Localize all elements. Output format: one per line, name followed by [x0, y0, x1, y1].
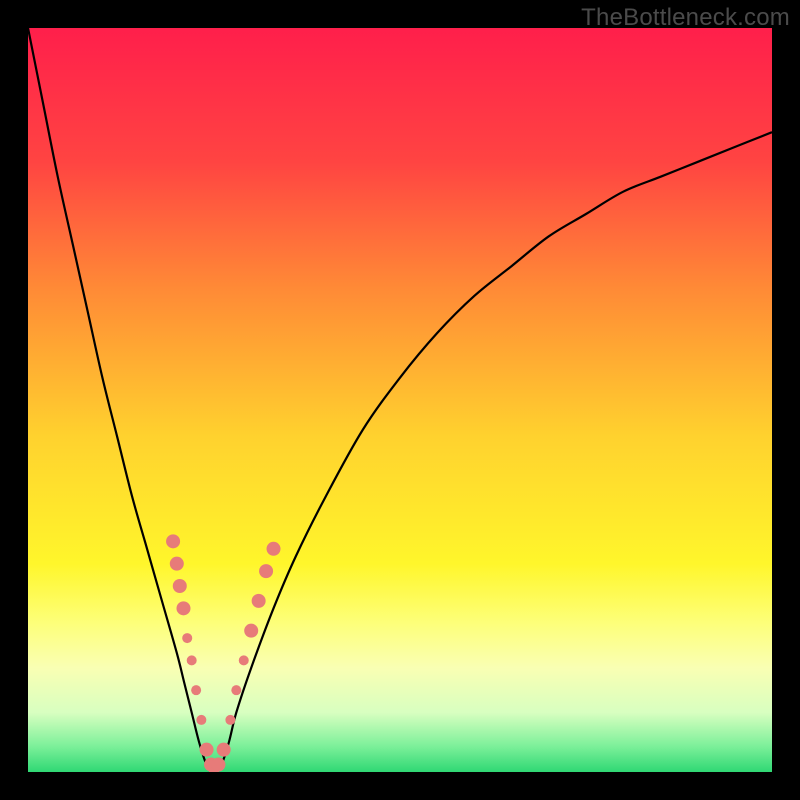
- marker-point: [217, 743, 231, 757]
- marker-point: [211, 758, 225, 772]
- chart-svg: [28, 28, 772, 772]
- chart-frame: TheBottleneck.com: [0, 0, 800, 800]
- marker-point: [231, 685, 241, 695]
- marker-point: [176, 601, 190, 615]
- marker-point: [187, 655, 197, 665]
- marker-point: [239, 655, 249, 665]
- marker-point: [225, 715, 235, 725]
- gradient-background: [28, 28, 772, 772]
- plot-area: [28, 28, 772, 772]
- marker-point: [182, 633, 192, 643]
- marker-point: [244, 624, 258, 638]
- marker-point: [166, 534, 180, 548]
- marker-point: [200, 743, 214, 757]
- marker-point: [170, 557, 184, 571]
- marker-point: [259, 564, 273, 578]
- marker-point: [191, 685, 201, 695]
- marker-point: [196, 715, 206, 725]
- marker-point: [267, 542, 281, 556]
- marker-point: [252, 594, 266, 608]
- marker-point: [173, 579, 187, 593]
